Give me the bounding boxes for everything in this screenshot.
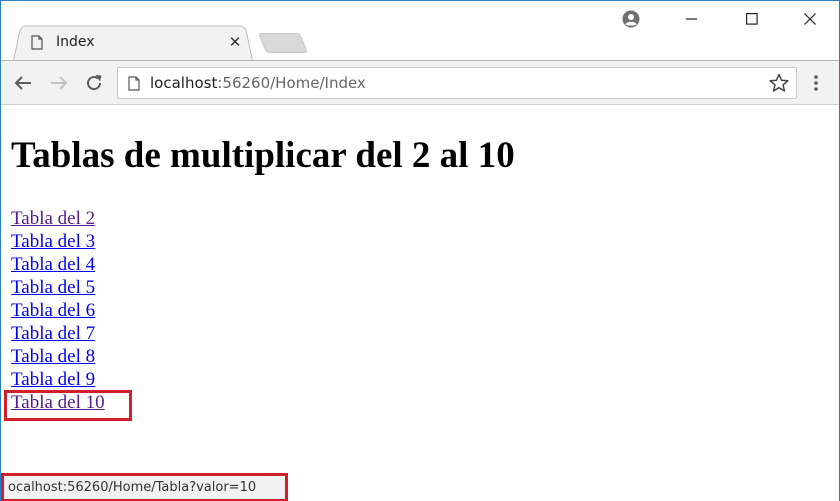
star-icon[interactable] (769, 73, 789, 93)
tab-close-icon[interactable]: ✕ (225, 32, 245, 52)
close-window-button[interactable] (786, 1, 834, 37)
page-title: Tablas de multiplicar del 2 al 10 (11, 135, 515, 176)
tab-title: Index (56, 34, 95, 50)
profile-icon[interactable] (622, 10, 640, 28)
address-bar[interactable]: localhost:56260/Home/Index (117, 67, 797, 99)
back-button[interactable] (11, 71, 35, 95)
reload-button[interactable] (82, 71, 106, 95)
maximize-button[interactable] (728, 1, 776, 37)
link-tabla-5[interactable]: Tabla del 5 (11, 276, 105, 299)
browser-window: Index ✕ localhost:56260/Home/Index Tabla… (0, 0, 840, 501)
reload-icon (87, 75, 102, 91)
link-tabla-4[interactable]: Tabla del 4 (11, 253, 105, 276)
link-tabla-7[interactable]: Tabla del 7 (11, 322, 105, 345)
link-tabla-2[interactable]: Tabla del 2 (11, 207, 105, 230)
page-icon (31, 34, 43, 50)
highlight-box-link (4, 390, 132, 421)
status-bar: ocalhost:56260/Home/Tabla?valor=10 (1, 473, 288, 501)
page-icon (128, 75, 140, 91)
link-tabla-6[interactable]: Tabla del 6 (11, 299, 105, 322)
minimize-button[interactable] (668, 1, 716, 37)
new-tab-button[interactable] (257, 33, 309, 53)
menu-button[interactable] (804, 71, 828, 95)
address-host: localhost (150, 74, 218, 92)
tab-content[interactable]: Index ✕ (27, 27, 251, 57)
status-url: ocalhost:56260/Home/Tabla?valor=10 (8, 480, 257, 495)
maximize-icon (746, 13, 758, 25)
forward-arrow-icon (51, 76, 68, 90)
back-arrow-icon (14, 76, 31, 90)
toolbar: localhost:56260/Home/Index (1, 60, 839, 105)
kebab-menu-icon (814, 75, 818, 91)
address-path: :56260/Home/Index (217, 74, 366, 92)
link-tabla-9[interactable]: Tabla del 9 (11, 368, 105, 391)
page-content: Tablas de multiplicar del 2 al 10 Tabla … (1, 106, 839, 501)
link-tabla-8[interactable]: Tabla del 8 (11, 345, 105, 368)
forward-button[interactable] (47, 71, 71, 95)
address-url[interactable]: localhost:56260/Home/Index (150, 74, 366, 92)
link-tabla-3[interactable]: Tabla del 3 (11, 230, 105, 253)
tab-strip: Index ✕ (1, 1, 839, 61)
close-icon (804, 13, 816, 25)
table-links-list: Tabla del 2 Tabla del 3 Tabla del 4 Tabl… (11, 207, 105, 414)
minimize-icon (686, 18, 697, 20)
